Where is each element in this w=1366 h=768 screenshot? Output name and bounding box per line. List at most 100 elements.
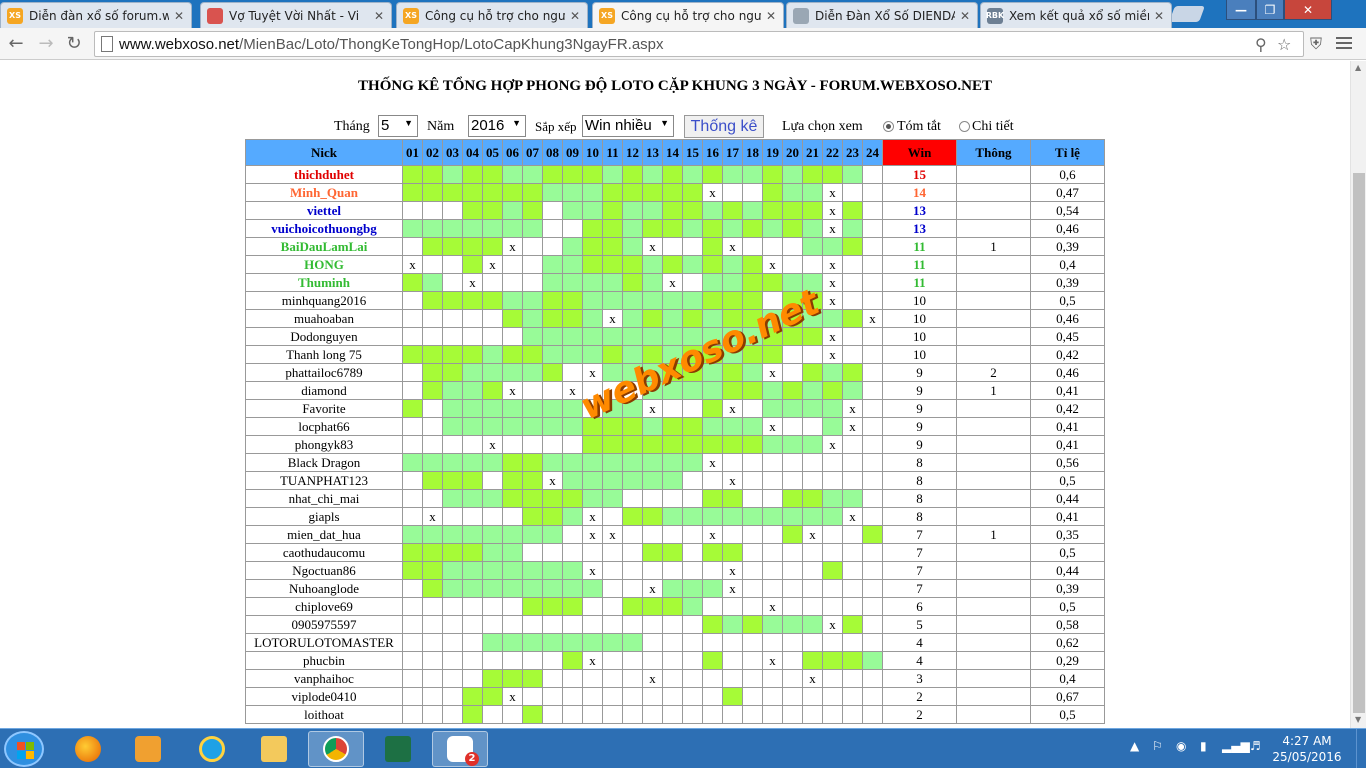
- day-cell: [702, 273, 723, 292]
- nick-cell[interactable]: Dodonguyen: [245, 327, 403, 346]
- close-window-button[interactable]: ✕: [1284, 0, 1332, 20]
- nick-cell[interactable]: phongyk83: [245, 435, 403, 454]
- start-button[interactable]: [4, 731, 44, 767]
- day-cell: [542, 345, 563, 364]
- day-cell: [802, 255, 823, 274]
- tab-close-icon[interactable]: ✕: [1153, 9, 1165, 23]
- nick-cell[interactable]: BaiDauLamLai: [245, 237, 403, 256]
- security-icon[interactable]: ◉: [1176, 739, 1186, 753]
- bookmark-star-icon[interactable]: ☆: [1277, 35, 1291, 54]
- nick-cell[interactable]: giapls: [245, 507, 403, 526]
- action-center-icon[interactable]: ⚐: [1152, 739, 1163, 753]
- nick-cell[interactable]: Thanh long 75: [245, 345, 403, 364]
- day-cell: [422, 597, 443, 616]
- nick-cell[interactable]: minhquang2016: [245, 291, 403, 310]
- summary-radio[interactable]: [883, 121, 894, 132]
- nick-cell[interactable]: viplode0410: [245, 687, 403, 706]
- nick-cell[interactable]: phattailoc6789: [245, 363, 403, 382]
- day-cell: [482, 381, 503, 400]
- forward-icon[interactable]: →: [34, 32, 58, 56]
- clock[interactable]: 4:27 AM 25/05/2016: [1270, 733, 1344, 765]
- day-cell: [842, 561, 863, 580]
- browser-tab[interactable]: Diễn Đàn Xổ Số DIENDAN ✕: [786, 2, 978, 28]
- scroll-down-icon[interactable]: ▼: [1355, 715, 1361, 724]
- menu-icon[interactable]: [1336, 34, 1352, 54]
- excel-icon[interactable]: [370, 731, 426, 767]
- nick-cell[interactable]: caothudaucomu: [245, 543, 403, 562]
- nick-cell[interactable]: diamond: [245, 381, 403, 400]
- browser-tab[interactable]: XS Công cụ hỗ trợ cho người ✕: [592, 2, 784, 28]
- nick-cell[interactable]: mien_dat_hua: [245, 525, 403, 544]
- day-cell: [642, 435, 663, 454]
- day-cell: x: [762, 597, 783, 616]
- nick-cell[interactable]: muahoaban: [245, 309, 403, 328]
- tab-close-icon[interactable]: ✕: [373, 9, 385, 23]
- page-viewport: THỐNG KÊ TỔNG HỢP PHONG ĐỘ LOTO CẶP KHUN…: [0, 61, 1350, 728]
- scroll-up-icon[interactable]: ▲: [1355, 63, 1361, 72]
- address-bar[interactable]: www.webxoso.net/MienBac/Loto/ThongKeTong…: [94, 31, 1304, 57]
- media-player-icon[interactable]: [120, 731, 176, 767]
- nick-cell[interactable]: LOTORULOTOMASTER: [245, 633, 403, 652]
- tab-close-icon[interactable]: ✕: [173, 9, 185, 23]
- nick-cell[interactable]: Favorite: [245, 399, 403, 418]
- nick-cell[interactable]: viettel: [245, 201, 403, 220]
- show-desktop-button[interactable]: [1356, 729, 1366, 768]
- maximize-button[interactable]: ❐: [1256, 0, 1284, 20]
- day-cell: [582, 471, 603, 490]
- nick-cell[interactable]: Thuminh: [245, 273, 403, 292]
- tab-close-icon[interactable]: ✕: [765, 9, 777, 23]
- nick-cell[interactable]: 0905975597: [245, 615, 403, 634]
- nick-cell[interactable]: vuichoicothuongbg: [245, 219, 403, 238]
- sort-select[interactable]: Win nhiều ▼: [582, 115, 674, 137]
- ratio-cell: 0,42: [1030, 399, 1105, 418]
- file-explorer-icon[interactable]: [246, 731, 302, 767]
- day-cell: [462, 291, 483, 310]
- signal-icon[interactable]: ▂▄▆: [1222, 739, 1250, 753]
- day-cell: x: [642, 399, 663, 418]
- day-cell: [682, 561, 703, 580]
- day-cell: [842, 363, 863, 382]
- browser-tab[interactable]: XS Công cụ hỗ trợ cho người ✕: [396, 2, 588, 28]
- minimize-button[interactable]: —: [1226, 0, 1256, 20]
- nick-cell[interactable]: TUANPHAT123: [245, 471, 403, 490]
- detail-radio[interactable]: [959, 121, 970, 132]
- thong-cell: [956, 489, 1031, 508]
- header-day: 21: [802, 139, 823, 166]
- browser-tab[interactable]: XS Diễn đàn xổ số forum.web ✕: [0, 2, 192, 28]
- nick-cell[interactable]: Nuhoanglode: [245, 579, 403, 598]
- firefox-icon[interactable]: [60, 731, 116, 767]
- extension-shield-icon[interactable]: ⛨: [1310, 34, 1322, 54]
- chrome-icon[interactable]: [308, 731, 364, 767]
- tray-expand-icon[interactable]: ▲: [1130, 739, 1139, 753]
- month-select[interactable]: 5 ▼: [378, 115, 418, 137]
- reload-icon[interactable]: ↻: [62, 32, 86, 56]
- tab-close-icon[interactable]: ✕: [959, 9, 971, 23]
- nick-cell[interactable]: Minh_Quan: [245, 183, 403, 202]
- nick-cell[interactable]: nhat_chi_mai: [245, 489, 403, 508]
- year-select[interactable]: 2016 ▼: [468, 115, 526, 137]
- scrollbar[interactable]: ▲ ▼: [1350, 61, 1366, 728]
- zalo-icon[interactable]: 2: [432, 731, 488, 767]
- new-tab-button[interactable]: [1169, 6, 1205, 22]
- scrollbar-thumb[interactable]: [1353, 173, 1365, 713]
- nick-cell[interactable]: Black Dragon: [245, 453, 403, 472]
- nick-cell[interactable]: vanphaihoc: [245, 669, 403, 688]
- nick-cell[interactable]: locphat66: [245, 417, 403, 436]
- nick-cell[interactable]: loithoat: [245, 705, 403, 724]
- back-icon[interactable]: ←: [4, 32, 28, 56]
- day-cell: [482, 669, 503, 688]
- statistics-button[interactable]: Thống kê: [684, 115, 764, 138]
- nick-cell[interactable]: Ngoctuan86: [245, 561, 403, 580]
- internet-explorer-icon[interactable]: [184, 731, 240, 767]
- volume-icon[interactable]: ♬: [1250, 739, 1261, 753]
- zoom-icon[interactable]: ⚲: [1255, 35, 1267, 54]
- nick-cell[interactable]: chiplove69: [245, 597, 403, 616]
- nick-cell[interactable]: phucbin: [245, 651, 403, 670]
- browser-tab[interactable]: RBK Xem kết quả xổ số miền B ✕: [980, 2, 1172, 28]
- nick-cell[interactable]: HONG: [245, 255, 403, 274]
- tab-close-icon[interactable]: ✕: [569, 9, 581, 23]
- battery-icon[interactable]: ▮: [1200, 739, 1207, 753]
- nick-cell[interactable]: thichduhet: [245, 165, 403, 184]
- day-cell: [722, 363, 743, 382]
- browser-tab[interactable]: Vợ Tuyệt Vời Nhất - Vi ✕: [200, 2, 392, 28]
